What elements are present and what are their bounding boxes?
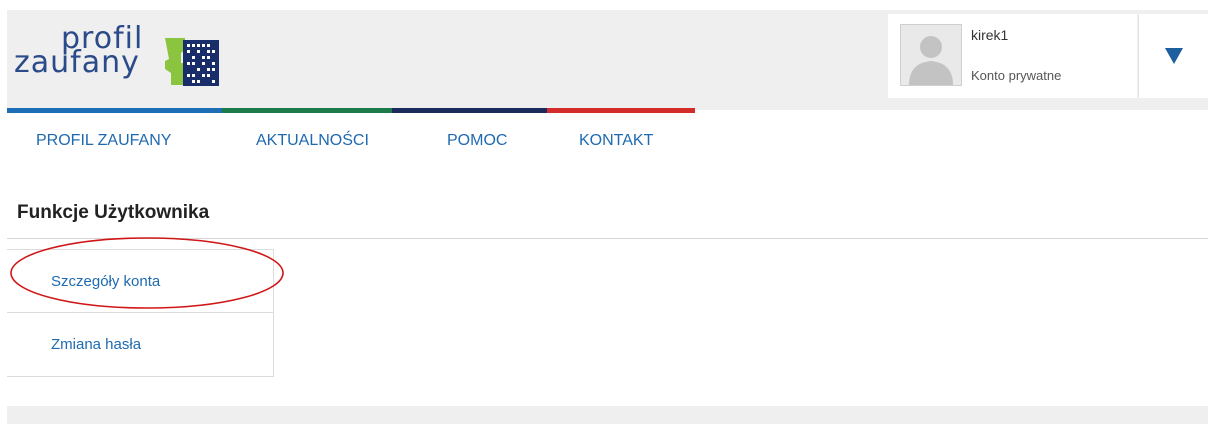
profil-zaufany-logo[interactable]: profil zaufany [14,22,229,92]
stripe-blue [7,108,222,113]
title-divider [7,238,1208,239]
pz-logo-mark-icon [165,38,219,86]
page-footer [7,406,1208,424]
nav-kontakt[interactable]: KONTAKT [579,132,653,150]
header-color-stripes [7,108,695,113]
stripe-red [547,108,695,113]
stripe-green [222,108,392,113]
nav-profil-zaufany[interactable]: PROFIL ZAUFANY [36,132,171,150]
account-type: Konto prywatne [971,68,1062,83]
nav-aktualnosci[interactable]: AKTUALNOŚCI [256,132,369,150]
triangle-down-icon [1164,48,1183,64]
menu-item-account-details[interactable]: Szczegóły konta [7,250,273,313]
user-functions-menu: Szczegóły konta Zmiana hasła [7,249,274,377]
user-menu-dropdown-button[interactable] [1138,14,1208,98]
avatar [900,24,962,86]
user-name: kirek1 [971,27,1009,43]
menu-item-change-password[interactable]: Zmiana hasła [7,313,273,376]
user-silhouette-icon [909,36,953,85]
nav-pomoc[interactable]: POMOC [447,132,507,150]
user-account-box[interactable]: kirek1 Konto prywatne [888,14,1137,98]
menu-item-label[interactable]: Szczegóły konta [51,273,160,290]
stripe-navy [392,108,547,113]
page-title: Funkcje Użytkownika [17,202,210,223]
logo-line-2: zaufany [14,45,140,80]
menu-item-label[interactable]: Zmiana hasła [51,336,141,353]
